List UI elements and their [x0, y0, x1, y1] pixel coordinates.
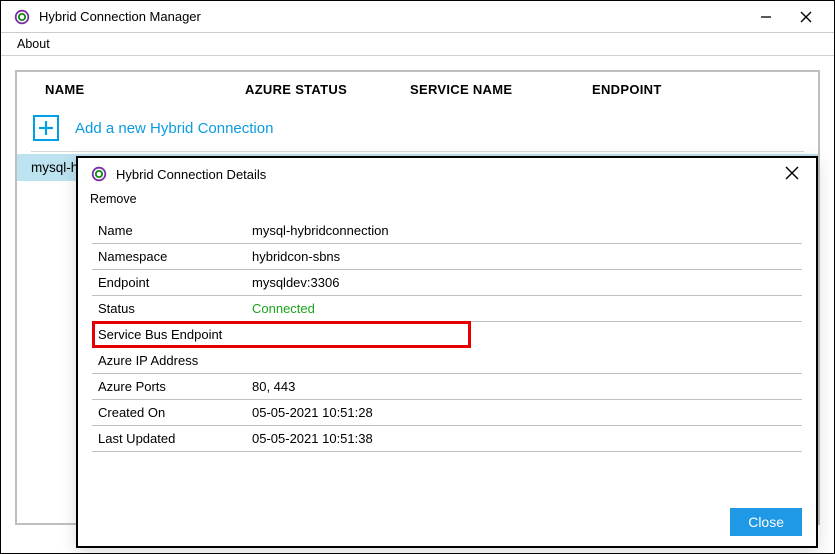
detail-azure-ip: Azure IP Address	[92, 348, 802, 374]
dialog-title: Hybrid Connection Details	[116, 167, 776, 182]
menu-remove[interactable]: Remove	[90, 192, 137, 206]
details-dialog: Hybrid Connection Details Remove Name my…	[76, 156, 818, 548]
add-connection-row[interactable]: Add a new Hybrid Connection	[31, 109, 804, 152]
window-title: Hybrid Connection Manager	[39, 9, 746, 24]
details-list: Name mysql-hybridconnection Namespace hy…	[78, 214, 816, 456]
dialog-close-icon[interactable]	[776, 164, 808, 185]
detail-name: Name mysql-hybridconnection	[92, 218, 802, 244]
header-name: NAME	[45, 82, 245, 97]
table-header: NAME AZURE STATUS SERVICE NAME ENDPOINT	[31, 72, 804, 109]
close-button[interactable]	[786, 1, 826, 33]
dialog-titlebar: Hybrid Connection Details	[78, 158, 816, 186]
highlight-service-bus-endpoint: Service Bus Endpoint	[92, 321, 471, 348]
plus-icon[interactable]	[33, 115, 59, 141]
detail-azure-ports: Azure Ports 80, 443	[92, 374, 802, 400]
window-titlebar: Hybrid Connection Manager	[1, 1, 834, 33]
detail-endpoint: Endpoint mysqldev:3306	[92, 270, 802, 296]
detail-created: Created On 05-05-2021 10:51:28	[92, 400, 802, 426]
add-connection-label: Add a new Hybrid Connection	[75, 120, 273, 137]
detail-status: Status Connected	[92, 296, 802, 322]
menu-about[interactable]: About	[11, 35, 56, 53]
dialog-menu: Remove	[78, 186, 816, 214]
menubar: About	[1, 33, 834, 56]
header-service: SERVICE NAME	[410, 82, 592, 97]
dialog-footer: Close	[730, 508, 802, 536]
detail-sb-endpoint: Service Bus Endpoint	[95, 324, 468, 345]
detail-updated: Last Updated 05-05-2021 10:51:38	[92, 426, 802, 452]
header-endpoint: ENDPOINT	[592, 82, 790, 97]
detail-namespace: Namespace hybridcon-sbns	[92, 244, 802, 270]
header-status: AZURE STATUS	[245, 82, 410, 97]
app-icon	[13, 8, 31, 26]
app-icon	[90, 165, 108, 183]
dialog-close-button[interactable]: Close	[730, 508, 802, 536]
minimize-button[interactable]	[746, 1, 786, 33]
